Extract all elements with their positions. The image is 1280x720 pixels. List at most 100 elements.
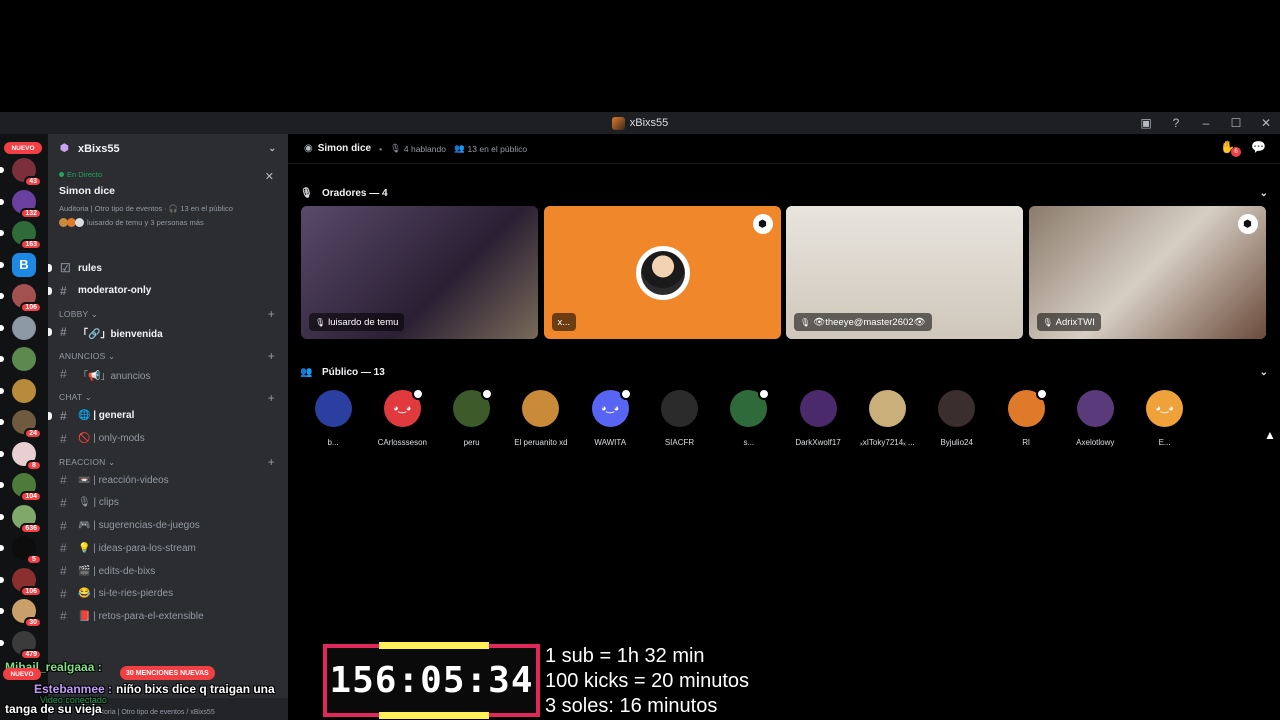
inbox-icon[interactable]: ▣ — [1138, 115, 1154, 131]
chevron-down-icon[interactable]: ⌄ — [1260, 188, 1268, 199]
audience-avatar — [730, 388, 771, 427]
server-icon[interactable]: 104 — [0, 473, 42, 502]
server-icon[interactable]: 106 — [0, 284, 42, 313]
channel-item[interactable]: # 🎬 | edits-de-bixs — [48, 561, 288, 581]
mention-badge: 8 — [26, 459, 42, 471]
chevron-down-icon[interactable]: ⌄ — [1260, 367, 1268, 378]
speaker-tile[interactable]: ⬢ x... — [543, 206, 781, 339]
server-icon[interactable] — [0, 315, 36, 340]
channel-item[interactable]: # 🎙 | clips — [48, 493, 288, 513]
audience-name: SIACFR — [664, 438, 695, 447]
server-icon[interactable]: 8 — [0, 441, 42, 471]
category-header[interactable]: REACCION ⌄ + — [48, 455, 288, 469]
rule-line: 3 soles: 16 minutos — [545, 695, 718, 717]
channel-item[interactable]: # 📕 | retos-para-el-extensible — [48, 606, 288, 626]
mention-badge: 106 — [20, 302, 42, 313]
server-icon[interactable]: 636 — [0, 504, 42, 534]
raise-hand-icon[interactable]: ✋ 6 — [1220, 140, 1242, 157]
hash-icon: # — [60, 564, 67, 578]
channel-item[interactable]: # 🌐 | general — [48, 406, 288, 426]
server-icon[interactable]: B — [0, 252, 36, 277]
audience-member[interactable]: DarkXwolf17 — [784, 390, 852, 447]
timer-value: 156:05:34 — [329, 660, 534, 701]
server-icon[interactable]: 106 — [0, 567, 42, 597]
audience-member[interactable]: b... — [299, 390, 367, 447]
audience-member[interactable]: peru — [438, 388, 506, 447]
speaker-tile[interactable]: 🎙 👁theeye@master2602👁 — [786, 206, 1023, 339]
chevron-down-icon[interactable]: ⌄ — [268, 143, 276, 154]
channel-item[interactable]: # 「📢」anuncios — [48, 364, 288, 384]
server-icon[interactable] — [0, 378, 36, 403]
discord-logo-icon: ◕‿◕ — [393, 403, 412, 413]
audience-member[interactable]: Rl — [992, 388, 1060, 447]
server-icon[interactable]: 479 — [0, 630, 42, 660]
audience-member[interactable]: ◕‿◕ E... — [1131, 390, 1199, 447]
close-icon[interactable]: ✕ — [1258, 115, 1274, 131]
channel-name: 🌐 | general — [78, 410, 135, 422]
hash-icon: # — [60, 367, 67, 382]
speakers-section-header[interactable]: 🎙 Oradores — 4 ⌄ — [300, 185, 1268, 201]
unread-pip — [48, 286, 52, 295]
speaker-name: luisardo de temu — [328, 316, 399, 328]
audience-member[interactable]: ◕‿◕ WAWITA — [576, 388, 644, 447]
audience-member[interactable]: s... — [715, 388, 783, 447]
chat-icon[interactable]: 💬 — [1251, 140, 1266, 154]
add-channel-icon[interactable]: + — [268, 455, 275, 469]
server-icon[interactable]: 24 — [0, 410, 42, 439]
stage-header: ◉ Simon dice • 🎙 4 hablando 👥 13 en el p… — [288, 134, 1280, 164]
unread-pip — [0, 450, 4, 457]
speaker-tile[interactable]: ⬢ 🎙 AdrixTWI — [1028, 206, 1266, 339]
channel-item[interactable]: # 📼 | reacción-videos — [48, 470, 288, 490]
server-icon[interactable]: 43 — [0, 158, 42, 187]
category-header[interactable]: LOBBY ⌄ + — [48, 307, 288, 321]
audience-member[interactable]: ₓxIToky7214ₓ ... — [853, 390, 921, 447]
audience-name: Rl — [1022, 438, 1030, 447]
help-icon[interactable]: ? — [1168, 115, 1184, 131]
minimize-icon[interactable]: – — [1198, 115, 1214, 131]
server-icon[interactable]: 132 — [0, 189, 42, 219]
server-icon[interactable] — [0, 347, 36, 371]
close-icon[interactable]: ✕ — [265, 170, 274, 183]
server-icon[interactable]: 30 — [0, 599, 42, 628]
maximize-icon[interactable]: ☐ — [1228, 115, 1244, 131]
subathon-rules: 1 sub = 1h 32 min 100 kicks = 20 minutos… — [545, 644, 749, 719]
chat-message: niño bixs dice q traigan una — [116, 682, 275, 696]
unread-pip — [0, 513, 4, 520]
new-mentions-badge[interactable]: 30 MENCIONES NUEVAS — [120, 666, 215, 680]
add-channel-icon[interactable]: + — [268, 349, 275, 363]
channel-item[interactable]: # 💡 | ideas-para-los-stream — [48, 538, 288, 558]
moderator-shield-icon — [411, 388, 424, 400]
audience-member[interactable]: ◕‿◕ CArlossseson — [368, 388, 436, 447]
audience-avatar — [868, 390, 906, 427]
server-icon[interactable]: 163 — [0, 221, 42, 250]
window-title-text: xBixs55 — [629, 117, 669, 129]
category-header[interactable]: ANUNCIOS ⌄ + — [48, 349, 288, 363]
speaker-nametag: x... — [551, 313, 577, 331]
audience-member[interactable]: Axelotlowy — [1061, 390, 1129, 447]
audience-name: ₓxIToky7214ₓ ... — [860, 438, 915, 447]
channel-item[interactable]: # moderator-only — [48, 281, 288, 301]
channel-item[interactable]: # 😂 | si-te-ries-pierdes — [48, 584, 288, 604]
channel-item[interactable]: # 🚫 | only-mods — [48, 429, 288, 449]
mic-icon: 🎙 — [1042, 317, 1053, 327]
moderator-shield-icon — [481, 388, 494, 400]
server-header[interactable]: ⬢ xBixs55 ⌄ — [48, 134, 288, 164]
add-channel-icon[interactable]: + — [268, 307, 275, 321]
channel-name: 📼 | reacción-videos — [78, 474, 169, 486]
add-channel-icon[interactable]: + — [268, 391, 275, 405]
channel-item[interactable]: # 「🔗」bienvenida — [48, 322, 288, 342]
category-header[interactable]: CHAT ⌄ + — [48, 391, 288, 405]
hash-icon: # — [60, 495, 67, 510]
speaker-tile[interactable]: 🎙 luisardo de temu — [301, 206, 538, 339]
server-avatar-icon — [611, 116, 625, 130]
channel-item[interactable]: ☑ rules — [48, 258, 288, 278]
audience-member[interactable]: SIACFR — [646, 390, 714, 447]
server-icon[interactable]: 5 — [0, 536, 42, 565]
unread-pip — [0, 576, 4, 583]
audience-member[interactable]: Byjulio24 — [923, 390, 991, 447]
audience-member[interactable]: El peruanito xd — [507, 390, 575, 447]
live-event-card[interactable]: En Directo Simon dice Auditoria | Otro t… — [48, 166, 288, 234]
channel-name: moderator-only — [78, 285, 152, 297]
audience-section-header[interactable]: 👥 Público — 13 ⌄ — [300, 364, 1268, 380]
channel-item[interactable]: # 🎮 | sugerencias-de-juegos — [48, 516, 288, 536]
